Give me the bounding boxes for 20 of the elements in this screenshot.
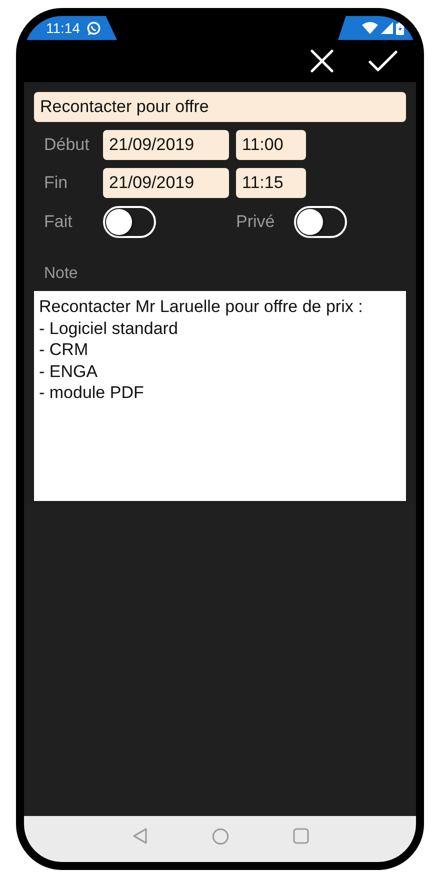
toggle-label: Privé — [236, 212, 276, 232]
time-field[interactable]: 11:00 — [236, 130, 306, 160]
time-field[interactable]: 11:15 — [236, 168, 306, 198]
note-field[interactable]: Recontacter Mr Laruelle pour offre de prix : - Logiciel standard - CRM - ENGA - module PDF — [34, 291, 406, 501]
status-time: 11:14 — [46, 20, 80, 36]
field-label: Fin — [43, 173, 69, 193]
close-icon[interactable] — [310, 49, 334, 73]
signal-icon — [381, 22, 393, 34]
toggle-switch[interactable] — [294, 206, 347, 238]
chat-icon — [86, 20, 101, 36]
note-label: Note — [43, 265, 79, 283]
toggle-label: Fait — [43, 212, 74, 232]
date-field[interactable]: 21/09/2019 — [103, 130, 229, 160]
field-label: Début — [43, 135, 90, 155]
wifi-icon — [362, 22, 378, 34]
title-field[interactable]: Recontacter pour offre — [34, 92, 406, 122]
battery-icon — [396, 22, 404, 34]
date-field[interactable]: 21/09/2019 — [103, 168, 229, 198]
checkmark-icon[interactable] — [368, 50, 398, 72]
toggle-switch[interactable] — [103, 206, 156, 238]
